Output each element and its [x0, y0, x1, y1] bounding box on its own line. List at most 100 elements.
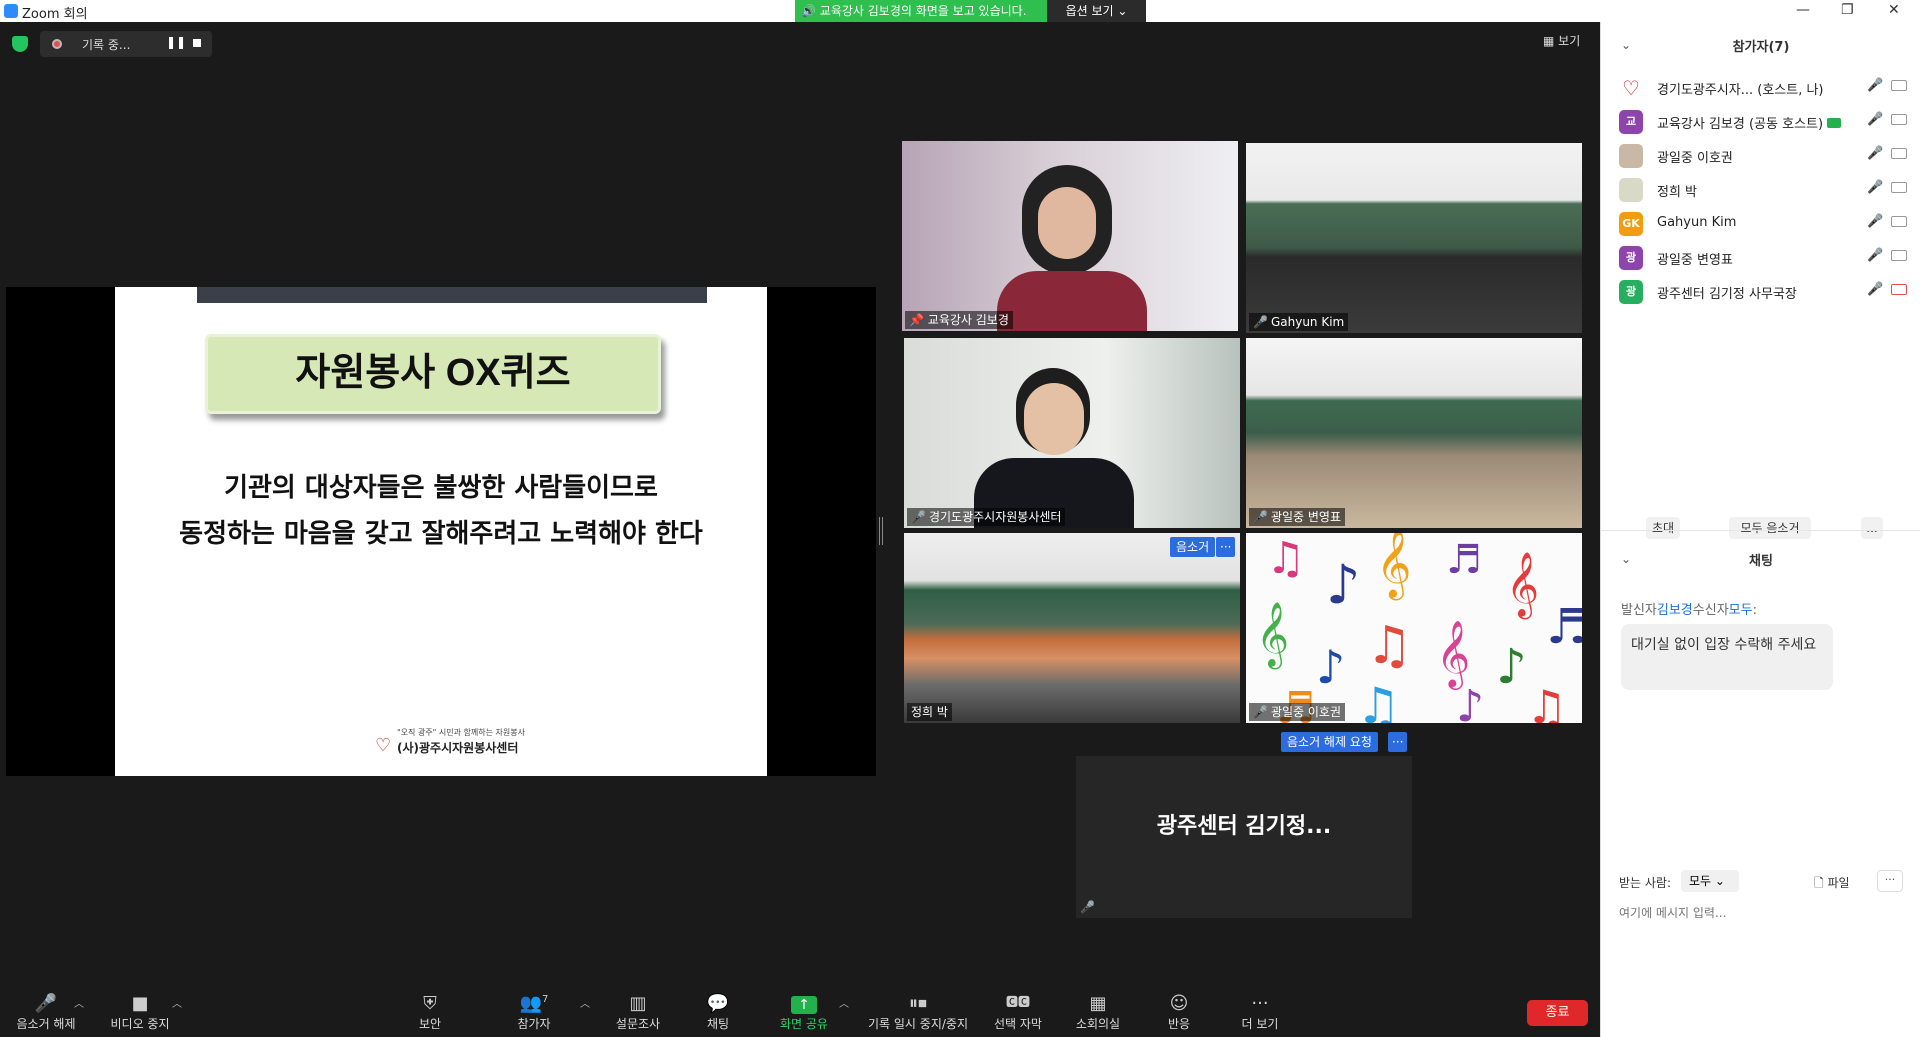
slide-header-strip — [197, 287, 707, 303]
tile-name-label: 정희 박 — [907, 703, 952, 721]
file-button[interactable]: 🗋 파일 — [1814, 874, 1850, 895]
breakout-grid-icon: ▦ — [1089, 993, 1107, 1014]
close-button[interactable]: ✕ — [1888, 2, 1900, 18]
stop-recording-icon[interactable] — [193, 39, 201, 47]
recipient-select[interactable]: 모두 ⌄ — [1681, 870, 1739, 892]
view-button[interactable]: ▦ 보기 — [1543, 32, 1580, 49]
closed-captions-button[interactable]: 🅲🅲 선택 자막 — [990, 993, 1046, 1032]
video-off-icon[interactable] — [1891, 284, 1907, 295]
participant-avatar — [1619, 144, 1643, 168]
video-tile[interactable]: 📌 교육강사 김보경 — [902, 141, 1238, 331]
svg-text:𝄞: 𝄞 — [1506, 552, 1539, 619]
invite-button[interactable]: 초대 — [1646, 517, 1680, 539]
minimize-button[interactable]: — — [1796, 2, 1810, 18]
participant-row[interactable]: 광일중 이호권 🎤 — [1619, 140, 1909, 172]
participant-row[interactable]: 광 광일중 변영표 🎤 — [1619, 242, 1909, 274]
svg-text:♬: ♬ — [1546, 599, 1582, 655]
video-feed — [904, 533, 1240, 723]
video-camera-icon[interactable] — [1891, 216, 1907, 227]
svg-text:♫: ♫ — [1266, 533, 1305, 584]
video-camera-icon[interactable] — [1891, 148, 1907, 159]
file-icon: 🗋 — [1814, 876, 1824, 890]
participant-row[interactable]: 교 교육강사 김보경 (공동 호스트) 🎤 — [1619, 106, 1909, 138]
unmute-button[interactable]: 🎤 음소거 해제 — [14, 993, 78, 1032]
mic-muted-icon: 🎤 — [1253, 510, 1268, 524]
participants-more-button[interactable]: ... — [1861, 517, 1883, 539]
smiley-icon: ☺ — [1169, 993, 1189, 1014]
video-tile[interactable]: ♫ ♪ 𝄞 ♬ 𝄞 𝄞 ♪ ♫ 𝄞 ♪ ♬ ♬ ♫ ♪ ♫ 🎤광일중 이호권 — [1246, 533, 1582, 723]
video-camera-icon[interactable] — [1891, 250, 1907, 261]
share-arrow-icon: ↑ — [791, 996, 817, 1014]
svg-text:♫: ♫ — [1356, 677, 1401, 723]
video-tile[interactable]: 🎤 Gahyun Kim — [1246, 143, 1582, 333]
audio-options-caret[interactable]: ︿ — [74, 995, 84, 1010]
svg-text:♬: ♬ — [1446, 537, 1482, 583]
pause-stop-recording-button[interactable]: ⏸⏹ 기록 일시 중지/중지 — [862, 993, 974, 1032]
svg-text:♪: ♪ — [1496, 639, 1527, 695]
view-options-button[interactable]: 옵션 보기 ⌄ — [1047, 0, 1146, 22]
more-button[interactable]: ··· 더 보기 — [1238, 993, 1282, 1032]
grid-icon: ▦ — [1543, 34, 1555, 48]
mic-muted-icon[interactable]: 🎤 — [1867, 248, 1883, 263]
video-camera-icon[interactable] — [1891, 114, 1907, 125]
mute-all-button[interactable]: 모두 음소거 — [1729, 517, 1811, 539]
security-button[interactable]: ⛨ 보안 — [410, 993, 450, 1032]
svg-text:♫: ♫ — [1526, 680, 1567, 723]
tile-more-button[interactable]: ··· — [1216, 537, 1236, 557]
video-camera-icon[interactable] — [1891, 182, 1907, 193]
stop-video-button[interactable]: ■ 비디오 중지 — [104, 993, 176, 1032]
mic-muted-icon: 🎤 — [1080, 900, 1095, 914]
resize-handle[interactable] — [879, 517, 883, 545]
mic-muted-icon[interactable]: 🎤 — [1867, 214, 1883, 229]
video-camera-icon[interactable] — [1891, 80, 1907, 91]
participant-row[interactable]: GK Gahyun Kim 🎤 — [1619, 208, 1909, 240]
mic-muted-icon[interactable]: 🎤 — [1867, 78, 1883, 93]
logo-tagline: "오직 광주" 시민과 함께하는 자원봉사 — [397, 728, 525, 737]
end-meeting-button[interactable]: 종료 — [1527, 1000, 1588, 1026]
video-camera-icon: ■ — [131, 993, 149, 1014]
participant-row[interactable]: 정희 박 🎤 — [1619, 174, 1909, 206]
mic-muted-icon: 🎤 — [1253, 705, 1268, 719]
pause-recording-icon[interactable]: ❚❚ — [166, 35, 186, 49]
video-tile[interactable]: 음소거 ··· 정희 박 — [904, 533, 1240, 723]
mute-participant-button[interactable]: 음소거 — [1170, 537, 1216, 557]
mic-icon[interactable]: 🎤 — [1867, 112, 1883, 127]
svg-text:𝄞: 𝄞 — [1436, 619, 1470, 690]
participant-name: 경기도광주시자... (호스트, 나) — [1657, 83, 1824, 98]
participants-button[interactable]: 👥7 참가자 — [512, 993, 556, 1032]
share-screen-button[interactable]: ↑ 화면 공유 — [776, 993, 832, 1032]
chat-button[interactable]: 💬 채팅 — [700, 993, 736, 1032]
svg-text:♪: ♪ — [1326, 553, 1360, 616]
participants-options-caret[interactable]: ︿ — [580, 995, 590, 1010]
participant-avatar: GK — [1619, 212, 1643, 236]
encryption-shield-icon[interactable] — [12, 36, 28, 52]
video-options-caret[interactable]: ︿ — [172, 995, 182, 1010]
tile-name-label: 🎤 Gahyun Kim — [1249, 313, 1349, 331]
chat-more-button[interactable]: ··· — [1877, 870, 1903, 892]
participant-row[interactable]: ♡ 경기도광주시자... (호스트, 나) 🎤 — [1619, 72, 1909, 104]
mic-muted-icon[interactable]: 🎤 — [1867, 282, 1883, 297]
mic-icon[interactable]: 🎤 — [1867, 146, 1883, 161]
mic-icon[interactable]: 🎤 — [1867, 180, 1883, 195]
polling-button[interactable]: ▥ 설문조사 — [612, 993, 664, 1032]
breakout-rooms-button[interactable]: ▦ 소회의실 — [1072, 993, 1124, 1032]
name-only-tile[interactable]: 광주센터 김기정... 🎤 — [1076, 756, 1412, 918]
maximize-button[interactable]: ❐ — [1841, 2, 1854, 18]
pause-stop-icon: ⏸⏹ — [909, 993, 927, 1014]
participant-name: 광일중 변영표 — [1657, 253, 1733, 268]
shared-screen[interactable]: 자원봉사 OX퀴즈 기관의 대상자들은 불쌍한 사람들이므로 동정하는 마음을 … — [6, 287, 876, 776]
participant-avatar: 광 — [1619, 280, 1643, 304]
video-feed — [1246, 143, 1582, 333]
share-options-caret[interactable]: ︿ — [839, 995, 849, 1010]
chat-message-input[interactable] — [1619, 902, 1903, 924]
view-label: 보기 — [1558, 34, 1581, 48]
participant-name: 정희 박 — [1657, 185, 1698, 200]
participant-row[interactable]: 광 광주센터 김기정 사무국장 🎤 — [1619, 276, 1909, 308]
reactions-button[interactable]: ☺ 반응 — [1164, 993, 1194, 1032]
presentation-slide: 자원봉사 OX퀴즈 기관의 대상자들은 불쌍한 사람들이므로 동정하는 마음을 … — [115, 287, 767, 776]
tile-more-button[interactable]: ··· — [1388, 732, 1408, 752]
ask-to-unmute-button[interactable]: 음소거 해제 요청 — [1281, 732, 1378, 752]
chat-bubble-icon: 💬 — [706, 993, 730, 1014]
video-tile[interactable]: 🎤 광일중 변영표 — [1246, 338, 1582, 528]
video-tile[interactable]: 🎤 경기도광주시자원봉사센터 — [904, 338, 1240, 528]
